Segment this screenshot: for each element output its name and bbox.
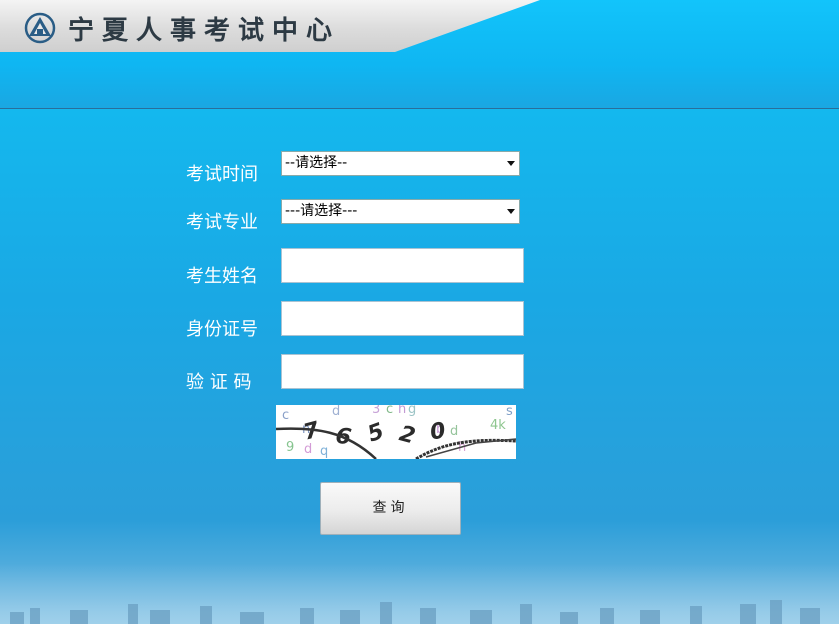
captcha-label: 验 证 码 bbox=[186, 372, 252, 393]
exam-time-label: 考试时间 bbox=[186, 164, 258, 185]
city-skyline bbox=[0, 564, 839, 624]
query-button[interactable]: 查询 bbox=[320, 482, 461, 535]
exam-major-select[interactable]: ---请选择--- bbox=[281, 199, 520, 224]
candidate-name-input[interactable] bbox=[281, 248, 524, 283]
chevron-down-icon bbox=[507, 161, 515, 166]
svg-text:9: 9 bbox=[286, 440, 294, 455]
exam-major-selected: ---请选择--- bbox=[285, 203, 358, 219]
logo-panel: 宁夏人事考试中心 bbox=[0, 0, 540, 52]
exam-major-label: 考试专业 bbox=[186, 212, 258, 233]
logo-icon bbox=[24, 12, 56, 44]
svg-text:4k: 4k bbox=[490, 418, 506, 433]
exam-time-select[interactable]: --请选择-- bbox=[281, 151, 520, 176]
id-number-input[interactable] bbox=[281, 301, 524, 336]
captcha-image[interactable]: c n d 3 c h g 9 d q b d h 4k s 7 6 5 2 0 bbox=[276, 405, 516, 459]
captcha-input[interactable] bbox=[281, 354, 524, 389]
captcha-graphic: c n d 3 c h g 9 d q b d h 4k s 7 6 5 2 0 bbox=[276, 405, 516, 459]
svg-text:s: s bbox=[506, 405, 513, 419]
svg-text:3: 3 bbox=[372, 405, 380, 417]
exam-time-selected: --请选择-- bbox=[285, 155, 348, 171]
svg-text:c: c bbox=[386, 405, 393, 417]
header-bar: 宁夏人事考试中心 bbox=[0, 0, 839, 109]
svg-text:d: d bbox=[332, 405, 340, 419]
id-number-label: 身份证号 bbox=[186, 319, 258, 340]
svg-text:q: q bbox=[320, 444, 328, 459]
svg-text:h: h bbox=[398, 405, 406, 417]
candidate-name-label: 考生姓名 bbox=[186, 266, 258, 287]
svg-text:g: g bbox=[408, 405, 416, 417]
svg-text:c: c bbox=[282, 408, 289, 423]
chevron-down-icon bbox=[507, 209, 515, 214]
site-title: 宁夏人事考试中心 bbox=[68, 16, 341, 46]
svg-text:d: d bbox=[450, 424, 458, 439]
